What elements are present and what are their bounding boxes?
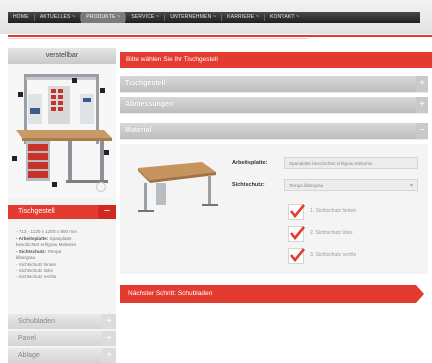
summary-sichtschutz: - Sichtschutz: Tempa [16,249,61,255]
configurator-header: Bitte wählen Sie Ihr Tischgestell [120,52,432,68]
checkmark-icon [289,226,305,241]
section-label: Abmessungen [125,101,174,108]
select-value: Spanplatte beschichtet erhlgrau Melamin [289,161,373,166]
arbeitsplatte-label: Arbeitsplatte: [232,160,268,166]
section-material[interactable]: Material − [120,123,428,140]
arrow-right-icon [416,285,424,303]
expand-icon[interactable]: + [102,331,116,346]
nav-home[interactable]: HOME [8,12,34,23]
summary-sichtschutz-continued: klbergrau [16,255,36,260]
nav-aktuelles[interactable]: AKTUELLES ~ [35,12,80,23]
summary-value: Spanplatte [49,236,72,241]
chevron-down-icon: ▾ [409,183,413,189]
expand-icon[interactable]: + [102,348,116,363]
sichtschutz-links-checkbox[interactable] [288,226,305,242]
summary-value: Tempa [47,249,62,254]
sidebar-item-schubladen[interactable]: Schubladen + [8,314,116,329]
expand-icon[interactable]: + [416,97,428,113]
table-preview-image [138,162,218,212]
expand-icon[interactable]: + [102,314,116,329]
section-abmessungen[interactable]: Abmessungen + [120,97,428,114]
sichtschutz-hinten-checkbox[interactable] [288,204,305,220]
summary-label: - Sichtschutz: [16,249,47,254]
sidebar-item-label: Schubladen [18,318,55,325]
option-label: 3. Sichtschutz rechts [310,252,357,258]
summary-item: - Sichtschutz links [16,268,53,273]
summary-size: - 713 - 1120 x 1200 x 800 mm [16,229,77,234]
workbench-preview-image[interactable] [8,64,116,198]
nav-karriere[interactable]: KARRIERE ~ [222,12,264,23]
sidebar-item-panel[interactable]: Panel + [8,331,116,346]
summary-arbeitsplatte: - Arbeitsplatte: Spanplatte [16,236,72,242]
sichtschutz-label: Sichtschutz: [232,182,265,188]
checkmark-icon [289,204,305,219]
sidebar-item-ablage[interactable]: Ablage + [8,348,116,363]
arbeitsplatte-select[interactable]: Spanplatte beschichtet erhlgrau Melamin [284,157,418,169]
sidebar-item-label: Ablage [18,352,40,359]
subtle-divider [8,38,308,39]
sidebar-item-tischgestell[interactable]: Tischgestell − [8,205,116,219]
sidebar-item-label: Panel [18,335,36,342]
nav-service[interactable]: SERVICE ~ [126,12,164,23]
nav-kontakt[interactable]: KONTAKT ~ [265,12,304,23]
magnifier-icon[interactable] [96,182,106,192]
summary-arbeitsplatte-continued: beschichtet erhlgrau Melamin [16,242,77,247]
nav-unternehmen[interactable]: UNTERNEHMEN ~ [165,12,221,23]
select-value: Tempa klbergrau [289,183,324,188]
workbench-illustration [12,74,112,187]
accent-divider [8,35,432,37]
material-panel: Arbeitsplatte: Spanplatte beschichtet er… [120,144,428,274]
configurator-title: Bitte wählen Sie Ihr Tischgestell [126,56,218,63]
next-step-label: Nächster Schritt: Schubladen [128,290,213,297]
nav-produkte[interactable]: PRODUKTE ~ [81,12,126,23]
collapse-icon[interactable]: − [98,205,116,219]
section-label: Tischgestell [125,80,166,87]
collapse-icon[interactable]: − [416,123,428,139]
next-step-button[interactable]: Nächster Schritt: Schubladen [120,285,416,303]
sidebar-header: verstellbar [8,48,116,64]
option-label: 2. Sichtschutz links [310,230,353,236]
option-label: 1. Sichtschutz hinten [310,208,357,214]
checkmark-icon [289,248,305,263]
summary-item: - Sichtschutz rechts [16,274,57,279]
top-bar: HOME AKTUELLES ~ PRODUKTE ~ SERVICE ~ UN… [0,0,432,34]
section-tischgestell[interactable]: Tischgestell + [120,76,428,93]
main-navigation: HOME AKTUELLES ~ PRODUKTE ~ SERVICE ~ UN… [8,12,420,23]
section-label: Material [125,127,152,134]
sichtschutz-rechts-checkbox[interactable] [288,248,305,264]
summary-label: - Arbeitsplatte: [16,236,49,241]
summary-item: - Sichtschutz hinten [16,262,57,267]
sichtschutz-select[interactable]: Tempa klbergrau ▾ [284,179,418,191]
expand-icon[interactable]: + [416,76,428,92]
sidebar-item-label: Tischgestell [18,208,55,215]
